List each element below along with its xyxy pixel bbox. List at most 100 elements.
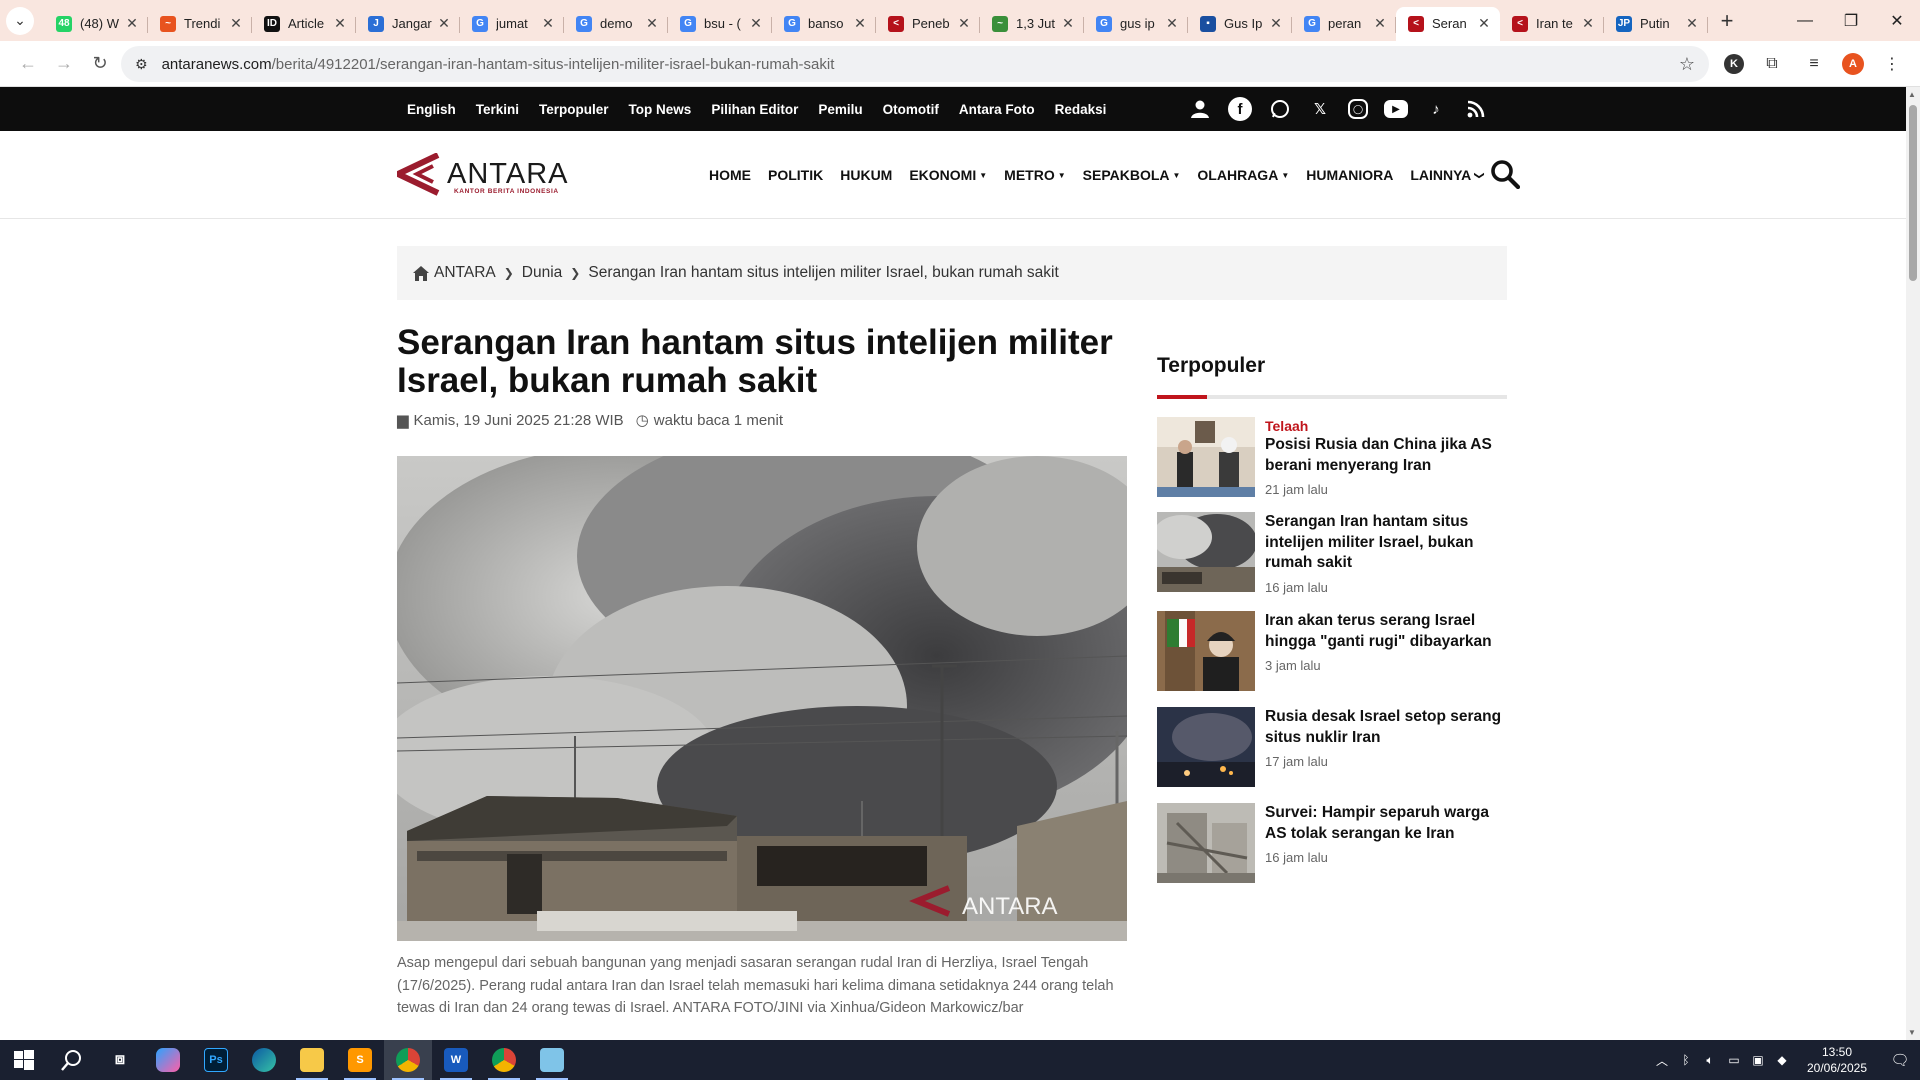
scroll-down-arrow-icon[interactable]: ▼ [1908, 1028, 1916, 1037]
topnav-link[interactable]: Redaksi [1055, 102, 1107, 117]
site-settings-icon[interactable]: ⚙ [135, 56, 148, 73]
popular-item-title[interactable]: Iran akan terus serang Israel hingga "ga… [1265, 611, 1507, 652]
topnav-link[interactable]: Pemilu [818, 102, 862, 117]
media-control-icon[interactable]: ≡ [1800, 46, 1828, 82]
topnav-link[interactable]: Pilihan Editor [711, 102, 798, 117]
popular-list-item[interactable]: Survei: Hampir separuh warga AS tolak se… [1157, 803, 1507, 885]
popular-list-item[interactable]: Iran akan terus serang Israel hingga "ga… [1157, 611, 1507, 693]
forward-button[interactable]: → [46, 46, 82, 82]
tab-close-icon[interactable]: ✕ [436, 15, 452, 32]
category-kicker[interactable]: Telaah [1265, 417, 1507, 435]
youtube-icon[interactable]: ▶ [1384, 100, 1408, 118]
tiktok-icon[interactable]: ♪ [1424, 97, 1448, 121]
browser-tab[interactable]: Gbsu - (✕ [668, 7, 772, 41]
article-thumbnail[interactable] [1157, 803, 1255, 883]
browser-tab[interactable]: Gperan ✕ [1292, 7, 1396, 41]
tab-close-icon[interactable]: ✕ [332, 15, 348, 32]
new-tab-button[interactable]: + [1712, 6, 1742, 36]
browser-tab[interactable]: Gjumat ✕ [460, 7, 564, 41]
notification-icon[interactable]: 🗨︎ [1880, 1051, 1920, 1069]
tab-close-icon[interactable]: ✕ [1580, 15, 1596, 32]
tab-close-icon[interactable]: ✕ [852, 15, 868, 32]
tab-close-icon[interactable]: ✕ [1372, 15, 1388, 32]
popular-item-title[interactable]: Posisi Rusia dan China jika AS berani me… [1265, 435, 1507, 476]
tab-close-icon[interactable]: ✕ [644, 15, 660, 32]
browser-tab[interactable]: < Seran ✕ [1396, 6, 1500, 41]
popular-list-item[interactable]: Rusia desak Israel setop serang situs nu… [1157, 707, 1507, 789]
photoshop-button[interactable]: Ps [192, 1040, 240, 1080]
topnav-link[interactable]: Terpopuler [539, 102, 609, 117]
copilot-button[interactable] [144, 1040, 192, 1080]
facebook-icon[interactable]: f [1228, 97, 1252, 121]
sublime-text-button[interactable]: S [336, 1040, 384, 1080]
tab-close-icon[interactable]: ✕ [540, 15, 556, 32]
tab-close-icon[interactable]: ✕ [124, 15, 140, 32]
browser-tab[interactable]: ~ Trendi ✕ [148, 7, 252, 41]
network-icon[interactable]: ▭ [1722, 1053, 1746, 1067]
scroll-thumb[interactable] [1909, 105, 1917, 281]
back-button[interactable]: ← [10, 46, 46, 82]
minimize-button[interactable]: — [1782, 0, 1828, 41]
popular-list-item[interactable]: Telaah Posisi Rusia dan China jika AS ber… [1157, 417, 1507, 499]
file-explorer-button[interactable] [288, 1040, 336, 1080]
whatsapp-icon[interactable] [1268, 97, 1292, 121]
popular-item-title[interactable]: Survei: Hampir separuh warga AS tolak se… [1265, 803, 1507, 844]
breadcrumb-item-dunia[interactable]: Dunia [522, 264, 563, 282]
tab-close-icon[interactable]: ✕ [1476, 15, 1492, 32]
breadcrumb-home[interactable]: ANTARA [413, 264, 496, 282]
x-twitter-icon[interactable]: 𝕏 [1308, 97, 1332, 121]
extensions-puzzle-icon[interactable]: ⧉ [1758, 46, 1786, 82]
extension-k-icon[interactable]: K [1724, 54, 1744, 74]
close-window-button[interactable]: ✕ [1874, 0, 1920, 41]
mainnav-humaniora[interactable]: HUMANIORA [1306, 167, 1393, 183]
topnav-link[interactable]: Terkini [476, 102, 519, 117]
article-thumbnail[interactable] [1157, 512, 1255, 592]
mainnav-hukum[interactable]: HUKUM [840, 167, 892, 183]
antara-logo[interactable]: ANTARA KANTOR BERITA INDONESIA [395, 152, 587, 197]
tab-close-icon[interactable]: ✕ [1684, 15, 1700, 32]
browser-tab[interactable]: JP Putin ✕ [1604, 7, 1708, 41]
tab-close-icon[interactable]: ✕ [956, 15, 972, 32]
start-button[interactable] [0, 1040, 48, 1080]
edge-button[interactable] [240, 1040, 288, 1080]
chevron-up-icon[interactable]: ︿ [1650, 1052, 1674, 1069]
popular-item-title[interactable]: Serangan Iran hantam situs intelijen mil… [1265, 512, 1507, 574]
browser-tab[interactable]: ID Article ✕ [252, 7, 356, 41]
browser-tab[interactable]: ~1,3 Jut ✕ [980, 7, 1084, 41]
task-view-button[interactable]: ⧈ [96, 1040, 144, 1080]
mainnav-home[interactable]: HOME [709, 167, 751, 183]
browser-menu-icon[interactable]: ⋮ [1878, 46, 1906, 82]
topnav-link[interactable]: Antara Foto [959, 102, 1035, 117]
topnav-link[interactable]: English [407, 102, 456, 117]
popular-item-title[interactable]: Rusia desak Israel setop serang situs nu… [1265, 707, 1507, 748]
scroll-up-arrow-icon[interactable]: ▲ [1908, 90, 1916, 99]
instagram-icon[interactable]: ◯ [1348, 99, 1368, 119]
tab-close-icon[interactable]: ✕ [1060, 15, 1076, 32]
bluetooth-icon[interactable]: ᛒ [1674, 1053, 1698, 1067]
article-thumbnail[interactable] [1157, 417, 1255, 497]
page-scrollbar[interactable]: ▲ ▼ [1906, 87, 1920, 1040]
battery-icon[interactable]: ▣ [1746, 1053, 1770, 1067]
restore-button[interactable]: ❐ [1828, 0, 1874, 41]
article-thumbnail[interactable] [1157, 707, 1255, 787]
browser-tab[interactable]: Gdemo ✕ [564, 7, 668, 41]
reload-button[interactable]: ↻ [82, 46, 118, 82]
rss-icon[interactable] [1464, 97, 1488, 121]
profile-avatar[interactable]: A [1842, 53, 1864, 75]
tab-close-icon[interactable]: ✕ [228, 15, 244, 32]
browser-tab[interactable]: ▪ Gus Ip ✕ [1188, 7, 1292, 41]
bookmark-star-icon[interactable]: ☆ [1679, 54, 1695, 75]
browser-tab[interactable]: 48 (48) W ✕ [44, 7, 148, 41]
topnav-link[interactable]: Top News [629, 102, 692, 117]
article-thumbnail[interactable] [1157, 611, 1255, 691]
mainnav-lainnya[interactable]: LAINNYA ❯ [1410, 167, 1485, 183]
tab-search-button[interactable]: ⌄ [6, 6, 34, 35]
topnav-link[interactable]: Otomotif [883, 102, 939, 117]
mainnav-sepakbola[interactable]: SEPAKBOLA ▼ [1083, 167, 1181, 183]
mainnav-olahraga[interactable]: OLAHRAGA ▼ [1197, 167, 1289, 183]
chrome-button[interactable] [384, 1040, 432, 1080]
taskbar-clock[interactable]: 13:50 20/06/2025 [1794, 1044, 1880, 1076]
search-icon[interactable] [1490, 159, 1521, 190]
browser-tab[interactable]: J Jangar ✕ [356, 7, 460, 41]
security-icon[interactable]: ◆ [1770, 1053, 1794, 1067]
